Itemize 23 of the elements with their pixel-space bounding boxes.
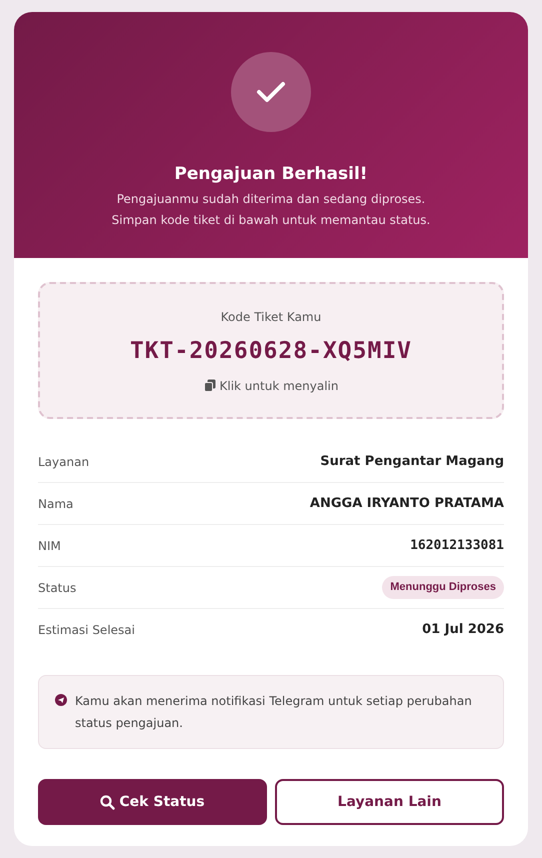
- detail-value: 01 Jul 2026: [422, 621, 504, 640]
- send-icon: [55, 694, 67, 706]
- other-service-button[interactable]: Layanan Lain: [275, 779, 504, 825]
- detail-label: Estimasi Selesai: [38, 622, 135, 639]
- detail-label: NIM: [38, 538, 61, 554]
- detail-value: ANGGA IRYANTO PRATAMA: [310, 494, 504, 513]
- search-icon: [100, 794, 116, 810]
- notice-text: Kamu akan menerima notifikasi Telegram untuk setiap perubahan status pengajuan.: [75, 693, 473, 732]
- check-status-button[interactable]: Cek Status: [38, 779, 267, 825]
- ticket-label: Kode Tiket Kamu: [220, 309, 322, 326]
- detail-value: Surat Pengantar Magang: [320, 452, 504, 471]
- detail-value: 162012133081: [410, 536, 504, 555]
- ticket-code: TKT-20260628-XQ5MIV: [130, 337, 412, 366]
- status-badge: Menunggu Diproses: [382, 576, 504, 599]
- detail-label: Nama: [38, 496, 74, 512]
- success-message: Pengajuanmu sudah diterima dan sedang diproses.: [116, 190, 426, 208]
- detail-label: Layanan: [38, 454, 90, 470]
- copy-icon: [204, 379, 216, 392]
- success-title: Pengajuan Berhasil!: [174, 163, 368, 186]
- success-message: Simpan kode tiket di bawah untuk memantau status.: [112, 212, 430, 228]
- copy-link[interactable]: Klik untuk menyalin: [204, 376, 338, 394]
- check-icon: [256, 80, 286, 104]
- detail-label: Status: [38, 580, 76, 596]
